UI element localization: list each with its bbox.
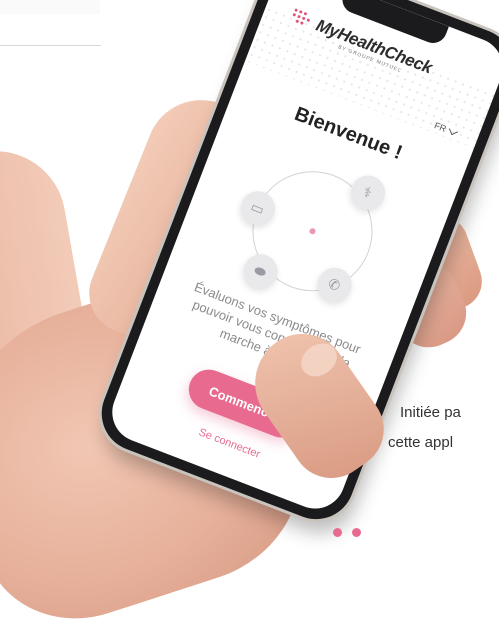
side-caption-line-2: cette appl xyxy=(388,434,454,451)
divider-line xyxy=(0,45,101,46)
top-area xyxy=(0,0,100,14)
phone-icon: ✆ xyxy=(312,262,357,307)
logo-dots-icon xyxy=(290,8,314,30)
pager-dot xyxy=(352,528,361,537)
pill-icon: ⬬ xyxy=(238,249,283,294)
pager-dots xyxy=(333,528,361,537)
stethoscope-icon: ⚕ xyxy=(345,170,390,215)
folder-icon: ▭ xyxy=(235,186,280,230)
side-caption: Initiée pa cette appl xyxy=(388,398,461,458)
side-caption-line-1: Initiée pa xyxy=(400,404,461,421)
pager-dot xyxy=(333,528,342,537)
feature-ring: ▭ ⚕ ✆ ⬬ xyxy=(234,153,390,309)
ring-center xyxy=(308,227,316,235)
